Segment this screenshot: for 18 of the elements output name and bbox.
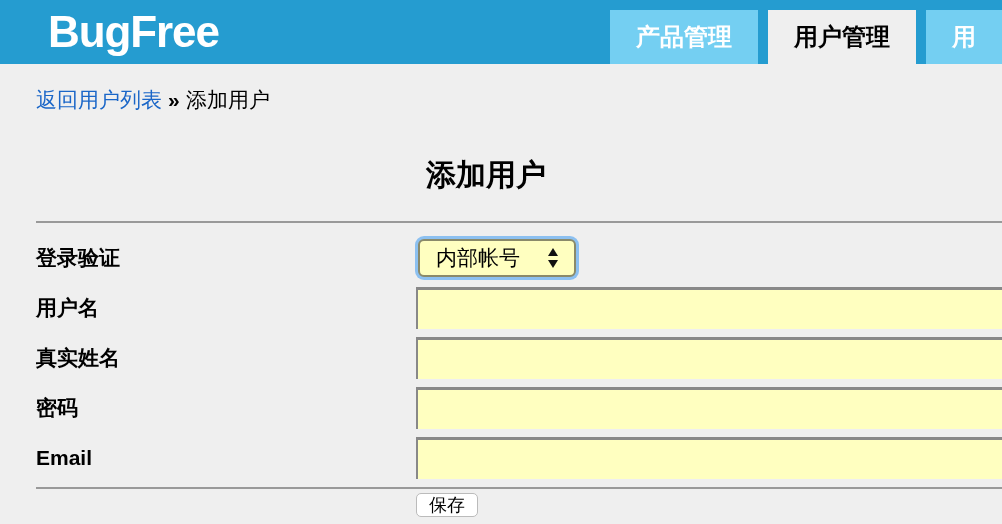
input-field[interactable] xyxy=(416,386,1002,429)
back-link[interactable]: 返回用户列表 xyxy=(36,84,162,116)
field-label: 登录验证 xyxy=(36,244,121,271)
breadcrumb-current: 添加用户 xyxy=(185,87,270,113)
field-label: Email xyxy=(36,444,94,471)
dropdown-arrows-icon xyxy=(548,246,558,269)
breadcrumb-separator: » xyxy=(168,87,180,113)
field-label: 用户名 xyxy=(36,294,100,321)
nav-tab[interactable]: 用户管理 xyxy=(768,10,916,64)
logo: BugFree xyxy=(48,10,219,54)
field-label: 密码 xyxy=(36,394,79,421)
input-field[interactable] xyxy=(416,286,1002,329)
input-field[interactable] xyxy=(416,436,1002,479)
select-field[interactable]: 内部帐号 xyxy=(418,238,576,277)
form-title: 添加用户 xyxy=(425,156,547,193)
save-button[interactable]: 保存 xyxy=(416,492,478,517)
field-label: 真实姓名 xyxy=(36,344,121,371)
input-field[interactable] xyxy=(416,336,1002,379)
